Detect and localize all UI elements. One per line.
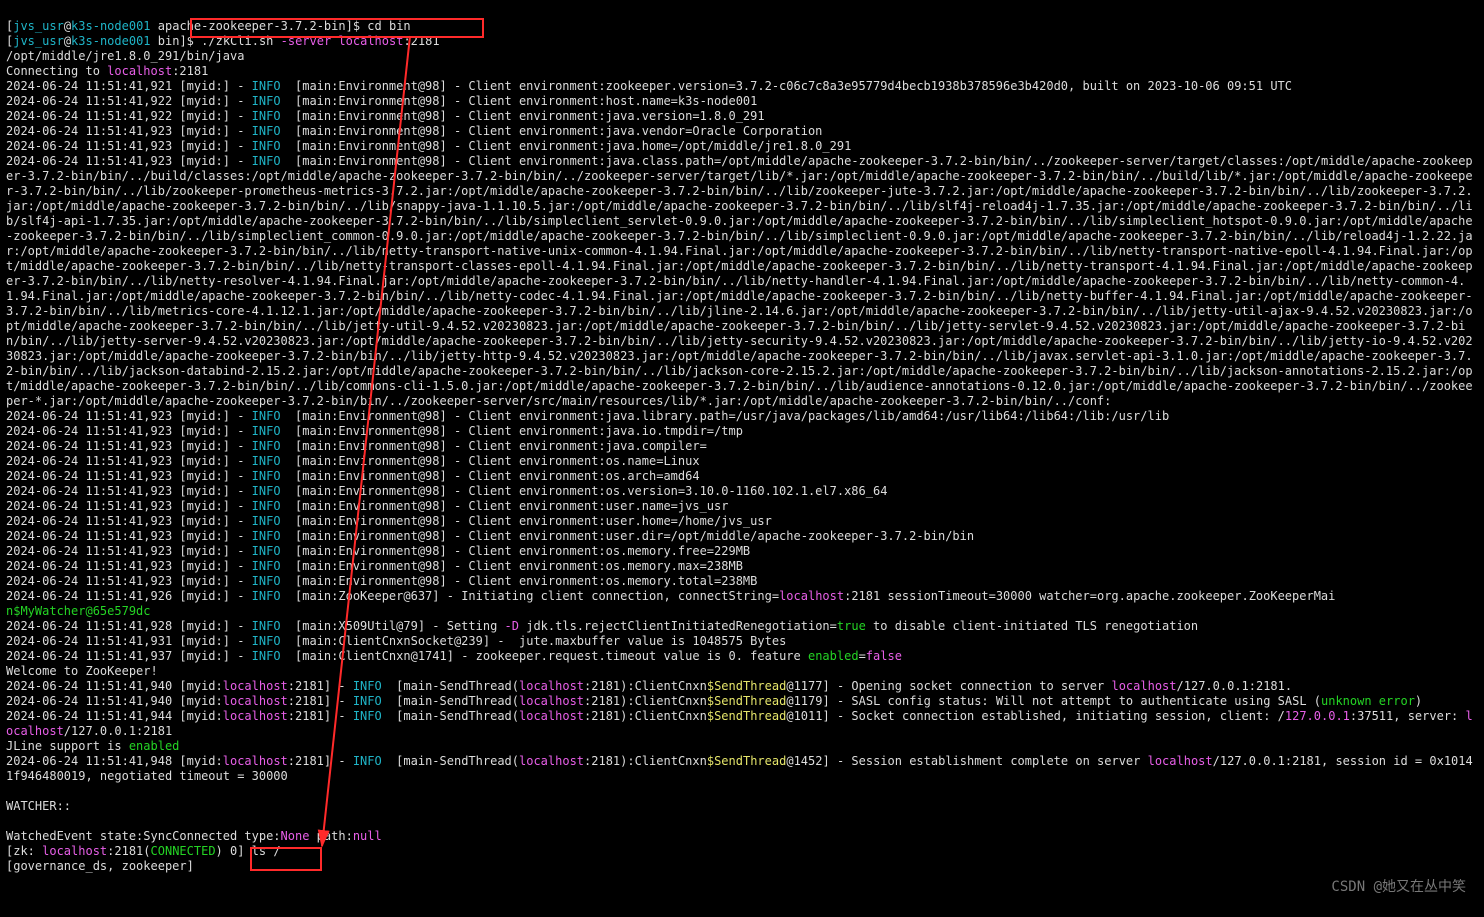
connecting-line: Connecting to localhost:2181: [6, 64, 208, 78]
env-block: 2024-06-24 11:51:41,921 [myid:] - INFO […: [6, 79, 1292, 153]
zk-prompt[interactable]: [zk: localhost:2181(CONNECTED) 0] ls /: [6, 844, 281, 858]
classpath-line: 2024-06-24 11:51:41,923 [myid:] - INFO […: [6, 154, 1473, 408]
highlight-box-ls: [250, 847, 322, 871]
highlight-box-command: [190, 18, 484, 38]
cnxn-line: 2024-06-24 11:51:41,937 [myid:] - INFO […: [6, 649, 902, 663]
open-sock-line: 2024-06-24 11:51:41,940 [myid:localhost:…: [6, 679, 1292, 693]
watched-event-line: WatchedEvent state:SyncConnected type:No…: [6, 829, 382, 843]
session-line: 2024-06-24 11:51:41,948 [myid:localhost:…: [6, 754, 1473, 783]
ls-result: [governance_ds, zookeeper]: [6, 859, 194, 873]
cnxnsock-line: 2024-06-24 11:51:41,931 [myid:] - INFO […: [6, 634, 786, 648]
x509-line: 2024-06-24 11:51:41,928 [myid:] - INFO […: [6, 619, 1198, 633]
welcome-line: Welcome to ZooKeeper!: [6, 664, 158, 678]
watcher-obj: n$MyWatcher@65e579dc: [6, 604, 151, 618]
zk-init-line: 2024-06-24 11:51:41,926 [myid:] - INFO […: [6, 589, 1335, 603]
env2-block: 2024-06-24 11:51:41,923 [myid:] - INFO […: [6, 409, 1169, 588]
sasl-line: 2024-06-24 11:51:41,940 [myid:localhost:…: [6, 694, 1422, 708]
java-path: /opt/middle/jre1.8.0_291/bin/java: [6, 49, 244, 63]
watermark: CSDN @她又在丛中笑: [1331, 880, 1466, 895]
sockest-line: 2024-06-24 11:51:41,944 [myid:localhost:…: [6, 709, 1473, 738]
jline-line: JLine support is enabled: [6, 739, 179, 753]
terminal-output[interactable]: [jvs_usr@k3s-node001 apache-zookeeper-3.…: [0, 0, 1484, 878]
watcher-header: WATCHER::: [6, 799, 71, 813]
